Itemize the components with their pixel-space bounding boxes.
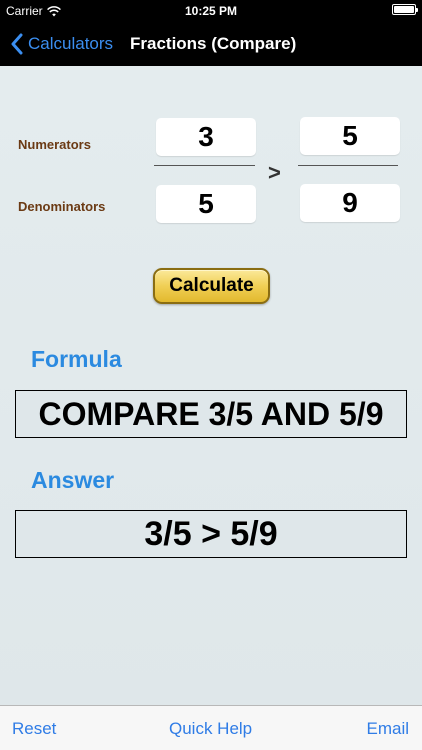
second-numerator-field[interactable]: 5: [300, 117, 400, 155]
second-fraction-line: [298, 165, 398, 166]
email-button[interactable]: Email: [366, 706, 409, 750]
navigation-bar: Calculators Fractions (Compare): [0, 22, 422, 66]
denominators-label: Denominators: [18, 199, 106, 214]
numerators-label: Numerators: [18, 137, 91, 152]
status-bar: Carrier 10:25 PM: [0, 0, 422, 22]
calculate-button[interactable]: Calculate: [153, 268, 270, 304]
page-title: Fractions (Compare): [130, 34, 297, 53]
first-fraction-line: [154, 165, 255, 166]
main-content: Numerators Denominators 3 5 > 5 9 Calcul…: [0, 66, 422, 705]
chevron-left-icon: [11, 33, 23, 55]
battery-fill: [394, 6, 414, 13]
reset-button[interactable]: Reset: [12, 706, 56, 750]
answer-result: 3/5 > 5/9: [15, 510, 407, 558]
status-time: 10:25 PM: [184, 4, 238, 18]
back-button[interactable]: Calculators: [10, 22, 113, 66]
battery-icon: [392, 4, 418, 15]
quick-help-button[interactable]: Quick Help: [169, 706, 252, 750]
bottom-toolbar: Reset Quick Help Email: [0, 705, 422, 750]
first-denominator-field[interactable]: 5: [156, 185, 256, 223]
answer-heading: Answer: [31, 467, 115, 493]
first-numerator-field[interactable]: 3: [156, 118, 256, 156]
comparison-symbol: >: [268, 160, 281, 185]
status-right: [392, 4, 418, 15]
formula-result: COMPARE 3/5 AND 5/9: [15, 390, 407, 438]
second-denominator-field[interactable]: 9: [300, 184, 400, 222]
formula-heading: Formula: [31, 346, 122, 372]
back-button-label: Calculators: [28, 34, 114, 53]
